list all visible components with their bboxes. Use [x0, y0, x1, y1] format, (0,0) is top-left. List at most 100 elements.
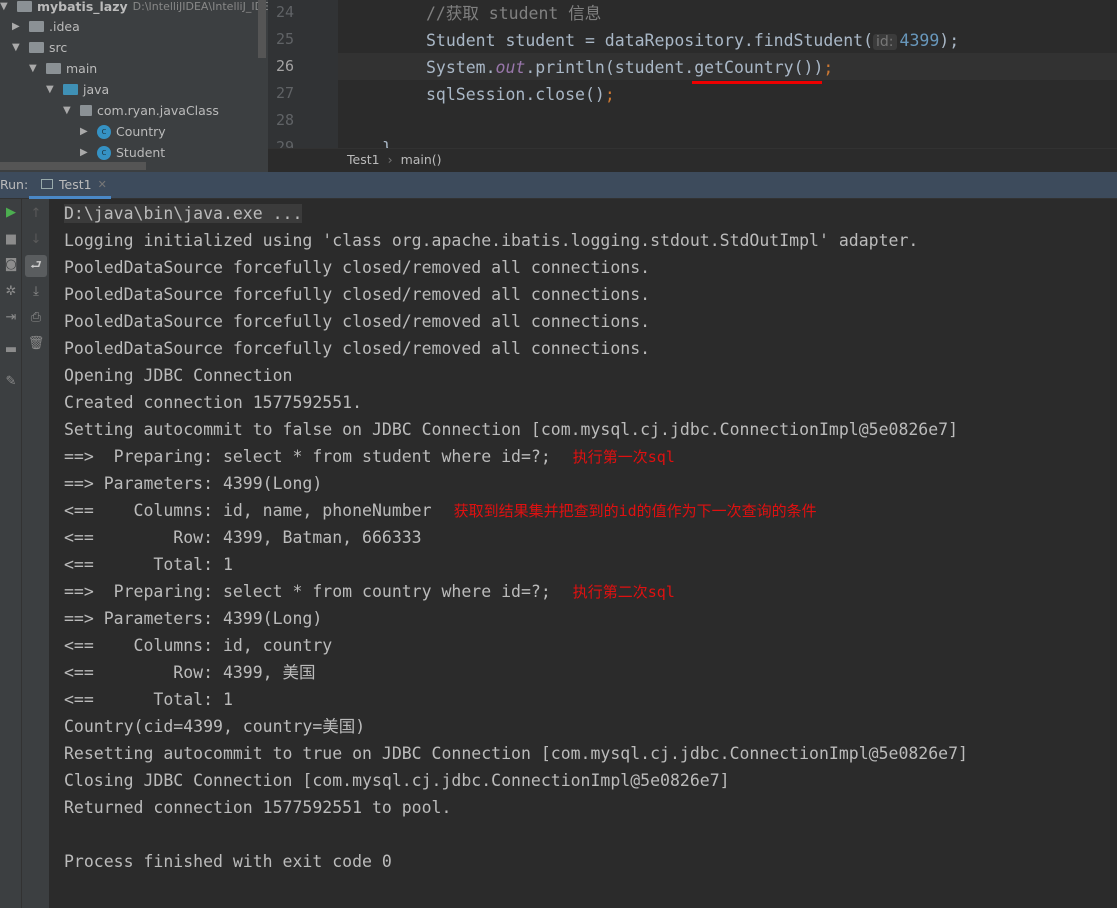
trash-icon[interactable]: 🗑 — [25, 333, 47, 355]
tree-item-src[interactable]: ▼ src — [12, 37, 67, 58]
up-arrow-icon[interactable]: ↑ — [25, 203, 47, 225]
line-number: 25 — [276, 30, 295, 48]
console-line: <== Columns: id, name, phoneNumber 获取到结果集… — [64, 497, 968, 524]
red-underline-annotation — [692, 81, 822, 84]
console-line: Resetting autocommit to true on JDBC Con… — [64, 740, 968, 767]
module-icon — [17, 1, 32, 12]
project-panel: ▼ mybatis_lazy D:\IntelliJIDEA\IntelliJ_ID… — [0, 0, 278, 172]
console-line-text: PooledDataSource forcefully closed/remov… — [64, 339, 651, 358]
package-icon — [80, 105, 92, 116]
tree-item-package[interactable]: ▼ com.ryan.javaClass — [63, 100, 219, 121]
console-line-text: ==> Preparing: select * from student whe… — [64, 447, 551, 466]
console-line: Closing JDBC Connection [com.mysql.cj.jd… — [64, 767, 968, 794]
console-line: Setting autocommit to false on JDBC Conn… — [64, 416, 968, 443]
chevron-down-icon[interactable]: ▼ — [63, 100, 75, 121]
console-line-text: Resetting autocommit to true on JDBC Con… — [64, 744, 968, 763]
console-line-text: <== Columns: id, name, phoneNumber — [64, 501, 432, 520]
tree-root[interactable]: ▼ mybatis_lazy D:\IntelliJIDEA\IntelliJ_ID… — [0, 0, 278, 17]
console-line-text: Setting autocommit to false on JDBC Conn… — [64, 420, 959, 439]
line-number: 28 — [276, 111, 295, 129]
code-editor[interactable]: 24 25 26 27 28 29 //获取 student 信息 Studen… — [268, 0, 1117, 158]
chevron-down-icon[interactable]: ▼ — [46, 79, 58, 100]
console-line: Logging initialized using 'class org.apa… — [64, 227, 968, 254]
breadcrumb: Test1 › main() — [268, 148, 1117, 172]
console-line-text: PooledDataSource forcefully closed/remov… — [64, 285, 651, 304]
line-number: 24 — [276, 3, 295, 21]
run-icon[interactable]: ▶ — [0, 202, 22, 224]
chevron-right-icon[interactable]: ▶ — [80, 121, 92, 142]
console-line-text: Process finished with exit code 0 — [64, 852, 392, 871]
console-line-text: <== Row: 4399, 美国 — [64, 663, 316, 682]
console-line-text: Opening JDBC Connection — [64, 366, 293, 385]
console-line-text: Returned connection 1577592551 to pool. — [64, 798, 452, 817]
chevron-right-icon[interactable]: ▶ — [80, 142, 92, 163]
tree-item-student[interactable]: ▶ c Student — [80, 142, 165, 163]
horizontal-scrollbar[interactable] — [0, 162, 146, 170]
console-line: D:\java\bin\java.exe ... — [64, 200, 968, 227]
chevron-down-icon[interactable]: ▼ — [12, 37, 24, 58]
code-line: System.out.println(student.getCountry())… — [426, 58, 834, 77]
console-line: <== Total: 1 — [64, 551, 968, 578]
soft-wrap-icon[interactable]: ⮐ — [25, 255, 47, 277]
chevron-down-icon[interactable]: ▼ — [0, 0, 12, 17]
chevron-right-icon[interactable]: ▶ — [12, 16, 24, 37]
console-line-text: ==> Preparing: select * from country whe… — [64, 582, 551, 601]
console-line-text: <== Total: 1 — [64, 690, 233, 709]
vertical-scrollbar[interactable] — [258, 0, 266, 58]
console-line: PooledDataSource forcefully closed/remov… — [64, 308, 968, 335]
console-line: Opening JDBC Connection — [64, 362, 968, 389]
tree-item-idea[interactable]: ▶ .idea — [12, 16, 80, 37]
parameter-hint: id: — [873, 34, 897, 50]
class-icon: c — [97, 124, 111, 139]
console-line-text: <== Row: 4399, Batman, 666333 — [64, 528, 422, 547]
run-toolbar: ▶ ■ ◙ ✲ ⇥ ▬ ✎ — [0, 199, 22, 908]
class-icon: c — [97, 145, 111, 160]
camera-icon[interactable]: ◙ — [0, 254, 22, 276]
console-line: Returned connection 1577592551 to pool. — [64, 794, 968, 821]
console-line-text: ==> Parameters: 4399(Long) — [64, 609, 323, 628]
debug-icon[interactable]: ✲ — [0, 281, 22, 303]
console-line: <== Columns: id, country — [64, 632, 968, 659]
annotation-note: 执行第一次sql — [572, 448, 675, 466]
down-arrow-icon[interactable]: ↓ — [25, 229, 47, 251]
tab-test1[interactable]: Test1 ✕ — [29, 172, 111, 199]
folder-icon — [46, 63, 61, 74]
console-line-text: Logging initialized using 'class org.apa… — [64, 231, 919, 250]
layout-icon[interactable]: ▬ — [0, 339, 22, 361]
console-line: ==> Preparing: select * from country whe… — [64, 578, 968, 605]
close-icon[interactable]: ✕ — [98, 178, 107, 191]
console-line: Created connection 1577592551. — [64, 389, 968, 416]
code-line: //获取 student 信息 — [426, 4, 602, 23]
chevron-right-icon: › — [387, 152, 393, 167]
tree-item-java[interactable]: ▼ java — [46, 79, 109, 100]
console-line: ==> Preparing: select * from student whe… — [64, 443, 968, 470]
breadcrumb-item[interactable]: Test1 — [347, 152, 380, 167]
stop-icon[interactable]: ■ — [0, 229, 22, 251]
console-line: PooledDataSource forcefully closed/remov… — [64, 335, 968, 362]
console-line-text: <== Total: 1 — [64, 555, 233, 574]
console-line-text: <== Columns: id, country — [64, 636, 333, 655]
console-icon — [41, 179, 53, 189]
console-line: <== Row: 4399, Batman, 666333 — [64, 524, 968, 551]
console-line-text: D:\java\bin\java.exe ... — [64, 204, 303, 223]
exit-icon[interactable]: ⇥ — [0, 307, 22, 329]
pin-icon[interactable]: ✎ — [0, 371, 22, 393]
code-line: Student student = dataRepository.findStu… — [426, 31, 960, 50]
tree-item-country[interactable]: ▶ c Country — [80, 121, 166, 142]
gutter: 24 25 26 27 28 29 — [270, 0, 338, 156]
chevron-down-icon[interactable]: ▼ — [29, 58, 41, 79]
code-line: sqlSession.close(); — [426, 85, 615, 104]
console-line: <== Total: 1 — [64, 686, 968, 713]
folder-icon — [29, 42, 44, 53]
console-output[interactable]: D:\java\bin\java.exe ... Logging initiali… — [64, 200, 968, 875]
console-toolbar: ↑ ↓ ⮐ ⤓ ⎙ 🗑 — [22, 199, 50, 908]
line-number: 26 — [276, 57, 295, 75]
tree-item-main[interactable]: ▼ main — [29, 58, 97, 79]
annotation-note: 获取到结果集并把查到的id的值作为下一次查询的条件 — [453, 502, 817, 520]
print-icon[interactable]: ⎙ — [25, 307, 47, 329]
console-line-text: PooledDataSource forcefully closed/remov… — [64, 312, 651, 331]
scroll-to-end-icon[interactable]: ⤓ — [25, 281, 47, 303]
breadcrumb-item[interactable]: main() — [401, 152, 442, 167]
folder-icon — [29, 21, 44, 32]
